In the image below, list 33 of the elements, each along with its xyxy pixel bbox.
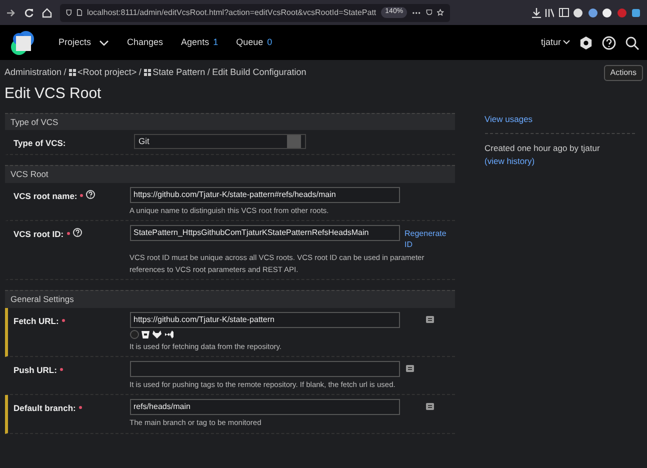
separator: / (138, 66, 142, 79)
nav-link[interactable]: Projects (58, 36, 110, 50)
section-header: Type of VCS (4, 112, 454, 130)
actions-button[interactable]: Actions (604, 64, 642, 80)
separator: / (207, 66, 210, 79)
section-header: VCS Root (4, 165, 454, 183)
field-label: Fetch URL: (14, 314, 59, 328)
view-usages-link[interactable]: View usages (484, 112, 533, 126)
field-label: Push URL: (14, 364, 57, 377)
view-history-link[interactable]: (view history) (484, 155, 535, 168)
field-label: Type of VCS: (14, 137, 66, 150)
breadcrumb-link[interactable]: State Pattern (152, 66, 206, 80)
nav-link[interactable]: Queue 0 (236, 36, 272, 50)
input-field[interactable]: refs/heads/main (130, 399, 400, 416)
field-label: VCS root ID: (14, 228, 64, 241)
breadcrumb-link[interactable]: <Root project> (78, 66, 137, 80)
input-field[interactable]: https://github.com/Tjatur-K/state-pattern#refs/heads/main (130, 186, 400, 203)
page-title: Edit VCS Root (4, 84, 102, 102)
nav-link[interactable]: Changes (127, 36, 164, 50)
field-label: VCS root name: (14, 190, 78, 202)
input-field[interactable]: StatePattern_HttpsGithubComTjaturKStatePatternRefsHeadsMain (130, 225, 400, 241)
url-text[interactable]: localhost:8111/admin/editVcsRoot.html?action=editVcsRoot&vcsRootId=StatePatt (86, 6, 376, 18)
section-header: General Settings (4, 290, 454, 308)
select-field[interactable]: Git (134, 134, 306, 150)
breadcrumb-link[interactable]: Administration (4, 66, 62, 80)
nav-link[interactable]: Agents 1 (181, 36, 218, 50)
breadcrumb-link[interactable]: Edit Build Configuration (212, 66, 306, 80)
input-field[interactable]: https://github.com/Tjatur-K/state-pattern (130, 312, 400, 328)
created-text: Created one hour ago by tjatur (484, 142, 601, 155)
regenerate-link[interactable]: Regenerate ID (404, 225, 450, 250)
field-label: Default branch: (14, 402, 76, 416)
user-menu[interactable]: tjatur (540, 36, 570, 50)
separator: / (64, 66, 66, 79)
